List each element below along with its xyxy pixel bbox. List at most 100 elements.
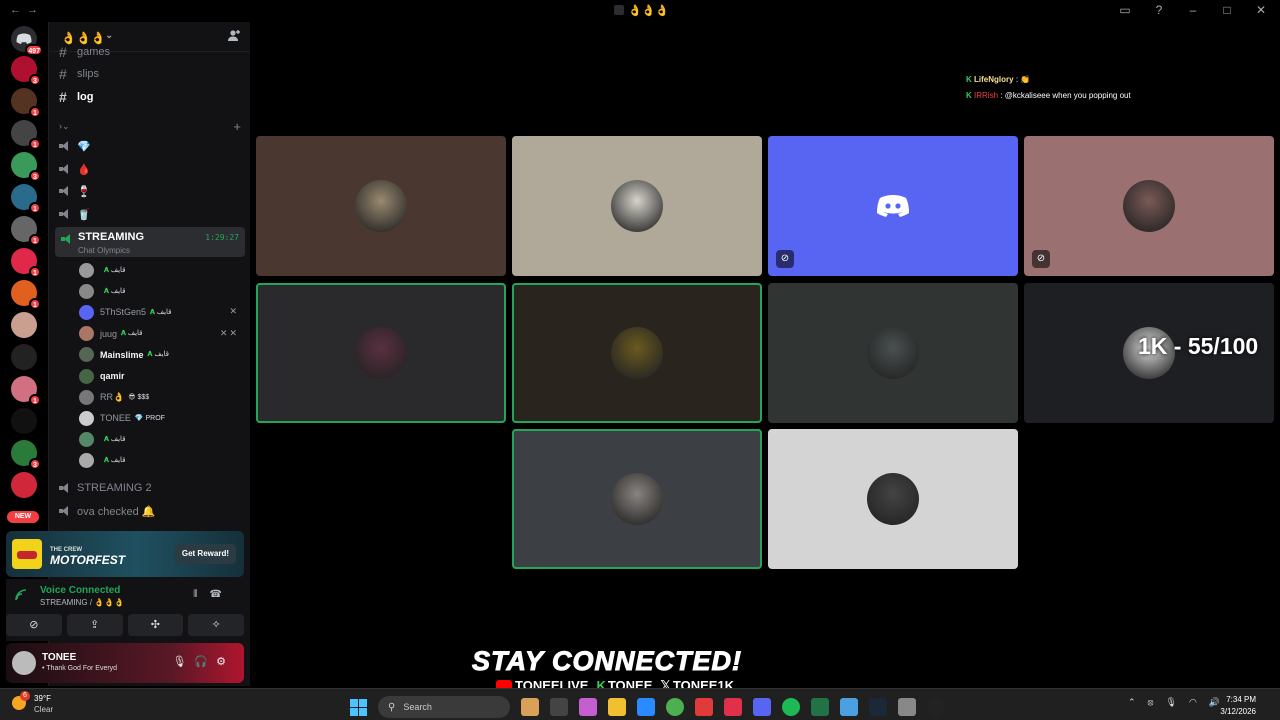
copilot-icon[interactable] [579, 698, 597, 716]
avatar[interactable] [12, 651, 36, 675]
voice-location[interactable]: STREAMING / 👌👌👌 [40, 598, 124, 607]
discord-icon[interactable] [753, 698, 771, 716]
participant-tile[interactable] [768, 283, 1018, 423]
taskbar-search[interactable]: ⚲ Search [378, 696, 510, 718]
server-icon[interactable]: 3 [11, 152, 41, 182]
gear-icon[interactable]: ⚙ [216, 656, 234, 668]
help-icon[interactable]: ? [1152, 3, 1166, 17]
server-icon[interactable]: 1 [11, 120, 41, 150]
avatar [79, 389, 94, 405]
store-icon[interactable] [637, 698, 655, 716]
voice-user-row[interactable]: 5ThStGen5 𝐀 قايف ✕ [79, 302, 243, 322]
activities-button[interactable]: ✣ [127, 614, 184, 636]
add-channel-icon[interactable]: + [233, 119, 241, 134]
voice-channel-streaming-2[interactable]: STREAMING 2 [59, 478, 245, 498]
server-icon[interactable] [11, 408, 37, 434]
voice-user-row[interactable]: 𝐀 قايف [79, 451, 243, 471]
participant-tile[interactable] [512, 429, 762, 569]
voice-user-row[interactable]: TONEE 💎 PROF [79, 408, 243, 428]
voice-status[interactable]: Voice Connected [40, 585, 120, 596]
voice-channel[interactable]: 🍷 [59, 181, 245, 201]
disconnect-icon[interactable]: ☎ [210, 589, 234, 600]
folder-icon[interactable] [608, 698, 626, 716]
server-icon[interactable] [11, 472, 37, 498]
participant-tile[interactable]: ⊘ [768, 136, 1018, 276]
voice-user-row[interactable]: 𝐀 قايف [79, 281, 243, 301]
volume-icon[interactable]: 🔊 [1209, 697, 1220, 708]
voice-user-row[interactable]: juug 𝐀 قايف ✕✕ [79, 324, 243, 344]
maximize-button[interactable]: □ [1220, 3, 1234, 17]
microphone-icon[interactable]: 🎙 [1166, 697, 1177, 708]
minimize-button[interactable]: – [1186, 3, 1200, 17]
voice-channel[interactable]: 💎 [59, 136, 245, 156]
server-icon[interactable]: 3 [11, 56, 41, 86]
voice-user-row[interactable]: qamir [79, 366, 243, 386]
home-button[interactable]: 497 [11, 26, 43, 56]
inbox-icon[interactable]: ▭ [1118, 3, 1132, 17]
chat-user: IRRish [974, 91, 999, 100]
close-button[interactable]: ✕ [1254, 3, 1268, 17]
voice-user-row[interactable]: Mainslime 𝐀 قايف [79, 345, 243, 365]
avatar [355, 327, 407, 379]
participant-tile[interactable] [768, 429, 1018, 569]
app-icon[interactable] [695, 698, 713, 716]
app-icon[interactable] [724, 698, 742, 716]
microphone-icon[interactable]: 🎙 [172, 656, 194, 668]
channel-label: 🍷 [77, 185, 91, 198]
file-explorer-icon[interactable] [521, 698, 539, 716]
chrome-icon[interactable] [666, 698, 684, 716]
camera-off-button[interactable]: ⊘ [6, 614, 62, 636]
server-icon[interactable]: 1 [11, 216, 41, 246]
participant-tile[interactable] [256, 283, 506, 423]
windows-start-icon[interactable] [350, 698, 367, 716]
noise-suppression-icon[interactable]: ⦀ [193, 589, 209, 600]
participant-tile[interactable] [512, 136, 762, 276]
server-icon[interactable]: 1 [11, 184, 41, 214]
server-icon[interactable]: 1 [11, 248, 41, 278]
voice-channel[interactable]: 🥤 [59, 204, 245, 224]
category-header[interactable]: ›⌄ + [59, 119, 245, 135]
server-icon[interactable] [11, 312, 37, 338]
username[interactable]: TONEE [42, 652, 76, 663]
back-arrow-icon[interactable]: ← [10, 4, 27, 16]
spotify-icon[interactable] [782, 698, 800, 716]
soundboard-button[interactable]: ✧ [188, 614, 244, 636]
steam-icon[interactable] [869, 698, 887, 716]
voice-user-row[interactable]: RR👌 😎 $$$ [79, 387, 243, 407]
get-reward-button[interactable]: Get Reward! [174, 544, 236, 564]
participant-tile[interactable]: ⊘ [1024, 136, 1274, 276]
wifi-icon[interactable]: ◠ [1189, 697, 1197, 708]
forward-arrow-icon[interactable]: → [27, 4, 44, 16]
screen-share-button[interactable]: ⇪ [66, 614, 123, 636]
participant-tile[interactable] [256, 136, 506, 276]
clock[interactable]: 7:34 PM 3/12/2026 [1220, 694, 1256, 718]
headphones-icon[interactable]: 🎧 [194, 656, 216, 668]
channel-games[interactable]: # games [59, 42, 245, 62]
server-icon[interactable]: 3 [11, 440, 41, 470]
signal-icon[interactable] [14, 588, 28, 602]
network-icon[interactable]: ⦻ [1148, 697, 1154, 708]
voice-user-name: RR👌 [100, 391, 125, 402]
server-icon[interactable]: 1 [11, 280, 41, 310]
settings-icon[interactable] [898, 698, 916, 716]
voice-user-tag: 𝐀 قايف [104, 287, 126, 295]
channel-log[interactable]: # log [59, 87, 245, 107]
voice-user-row[interactable]: 𝐀 قايف [79, 430, 243, 450]
chevron-up-icon[interactable]: ⌃ [1128, 697, 1136, 708]
notepad-icon[interactable] [840, 698, 858, 716]
channel-slips[interactable]: # slips [59, 64, 245, 84]
obs-icon[interactable] [927, 698, 945, 716]
game-promo-banner[interactable]: THE CREW MOTORFEST Get Reward! [6, 531, 244, 577]
add-member-icon[interactable] [227, 29, 241, 43]
voice-user-row[interactable]: 𝐀 قايف [79, 260, 243, 280]
server-icon[interactable]: 1 [11, 376, 41, 406]
server-icon[interactable]: 1 [11, 88, 41, 118]
voice-channel[interactable]: 🩸 [59, 159, 245, 179]
voice-channel-streaming[interactable]: STREAMING Chat Olympics 1:29:27 [55, 227, 245, 257]
voice-channel-ova-checked[interactable]: ova checked 🔔 [59, 501, 245, 521]
excel-icon[interactable] [811, 698, 829, 716]
participant-tile[interactable] [512, 283, 762, 423]
terminal-icon[interactable] [550, 698, 568, 716]
window-title: 👌👌👌 [614, 4, 669, 17]
server-icon[interactable] [11, 344, 37, 370]
